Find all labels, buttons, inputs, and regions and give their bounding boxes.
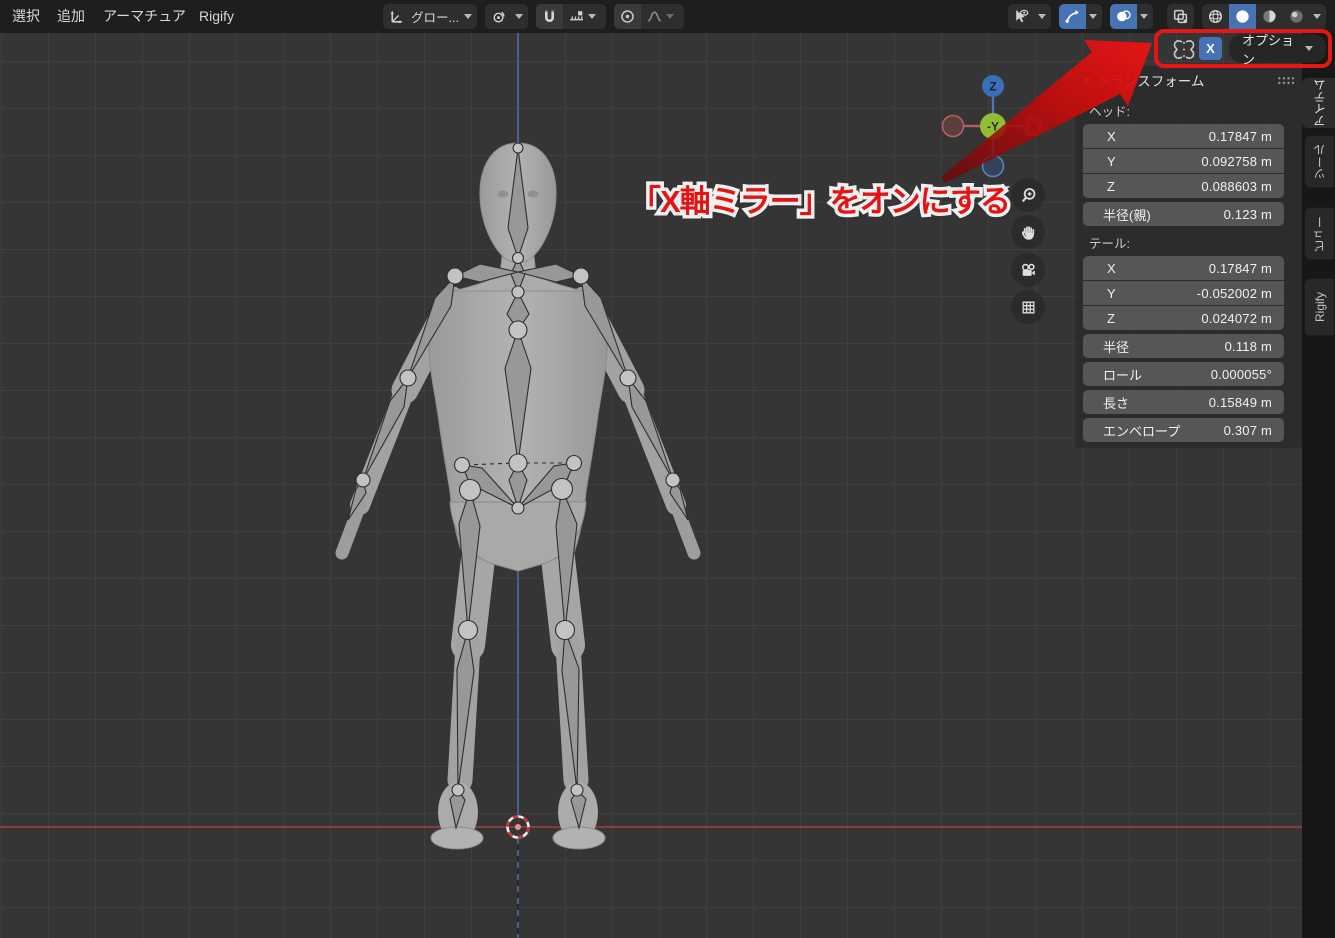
viewport-header: 選択 追加 アーマチュア Rigify グロー... [0, 0, 1335, 33]
orientation-label: グロー... [411, 11, 459, 25]
menu-add[interactable]: 追加 [47, 0, 95, 33]
length-field[interactable]: 長さ 0.15849 m [1083, 390, 1284, 414]
falloff-dropdown[interactable] [641, 4, 684, 29]
head-radius-field[interactable]: 半径(親) 0.123 m [1083, 202, 1284, 226]
material-sphere-icon [1262, 10, 1277, 24]
panel-title: トランスフォーム [1097, 74, 1205, 89]
show-gizmos-toggle[interactable] [1059, 4, 1086, 29]
proportional-edit-icon [621, 10, 634, 23]
perspective-toggle-button[interactable] [1011, 290, 1045, 324]
tab-view[interactable]: ビュー [1304, 207, 1334, 260]
menu-select[interactable]: 選択 [2, 0, 50, 33]
grid-icon [1022, 301, 1034, 313]
chevron-down-icon [1089, 14, 1097, 19]
envelope-field[interactable]: エンベロープ 0.307 m [1083, 418, 1284, 442]
chevron-down-icon [665, 14, 674, 19]
solid-sphere-icon [1236, 10, 1249, 23]
head-section-label: ヘッド: [1089, 105, 1130, 119]
gizmo-neg-z-ball[interactable] [981, 154, 1005, 178]
show-overlays-group [1110, 4, 1153, 29]
chevron-down-icon [514, 14, 523, 19]
chevron-down-icon [1038, 14, 1046, 19]
transform-orientation-dropdown[interactable]: グロー... [383, 4, 477, 29]
n-panel: トランスフォーム ヘッド: X 0.17847 m Y 0.092758 m Z… [1075, 66, 1302, 448]
magnifier-plus-icon [1021, 187, 1035, 202]
shading-material-button[interactable] [1256, 4, 1283, 29]
proportional-edit-toggle[interactable] [613, 4, 641, 29]
zoom-button[interactable] [1011, 178, 1045, 212]
gizmo-y-label: -Y [987, 120, 999, 134]
gizmo-neg-x-ball[interactable] [941, 114, 965, 138]
visibility-eye-icon [1008, 4, 1035, 29]
magnet-icon [544, 10, 554, 22]
radius-field[interactable]: 半径 0.118 m [1083, 334, 1284, 358]
show-gizmos-group [1059, 4, 1102, 29]
tail-z-field[interactable]: Z 0.024072 m [1083, 306, 1284, 330]
xray-icon [1167, 4, 1194, 29]
sidebar-tab-strip: アイテム ツール ビュー Rigify [1302, 33, 1335, 938]
transform-panel-header[interactable]: トランスフォーム [1075, 66, 1302, 94]
panel-drag-handle-icon[interactable] [1277, 75, 1294, 85]
xray-toggle[interactable] [1167, 4, 1194, 29]
menu-rigify[interactable]: Rigify [189, 0, 244, 33]
falloff-curve-icon [647, 11, 662, 22]
chevron-down-icon [1313, 14, 1321, 19]
overlays-icon [1117, 10, 1131, 22]
orientation-gizmo[interactable]: Z X -Y [935, 68, 1055, 188]
show-overlays-toggle[interactable] [1110, 4, 1137, 29]
proportional-edit-group [613, 4, 684, 29]
annotation-text: 「X軸ミラー」をオンにする [630, 184, 1011, 219]
tail-x-field[interactable]: X 0.17847 m [1083, 256, 1284, 280]
menu-armature[interactable]: アーマチュア [93, 0, 196, 33]
snap-target-dropdown[interactable] [563, 4, 606, 29]
camera-view-button[interactable] [1011, 253, 1045, 287]
collapse-chevron-icon[interactable] [1083, 77, 1091, 83]
chevron-down-icon [587, 14, 596, 19]
pivot-point-dropdown[interactable] [484, 4, 528, 29]
wireframe-sphere-icon [1208, 9, 1223, 24]
chevron-down-icon [463, 14, 472, 19]
tail-y-field[interactable]: Y -0.052002 m [1083, 281, 1284, 305]
gizmo-z-label: Z [989, 80, 996, 94]
highlight-box [1154, 29, 1332, 68]
snap-increment-icon [570, 11, 583, 21]
snap-magnet-toggle[interactable] [535, 4, 563, 29]
tab-item[interactable]: アイテム [1302, 78, 1335, 128]
tail-section-label: テール: [1089, 237, 1130, 251]
roll-field[interactable]: ロール 0.000055° [1083, 362, 1284, 386]
snapping-group [535, 4, 606, 29]
shading-mode-group [1202, 4, 1326, 29]
hand-icon [1021, 225, 1034, 240]
shading-solid-button[interactable] [1229, 4, 1256, 29]
orientation-axes-icon [383, 4, 410, 29]
shading-wireframe-button[interactable] [1202, 4, 1229, 29]
object-visibility-dropdown[interactable] [1008, 4, 1051, 29]
pan-button[interactable] [1011, 215, 1045, 249]
pivot-point-icon [485, 4, 512, 29]
head-y-field[interactable]: Y 0.092758 m [1083, 149, 1284, 173]
chevron-down-icon [1140, 14, 1148, 19]
head-x-field[interactable]: X 0.17847 m [1083, 124, 1284, 148]
camera-icon [1021, 263, 1035, 276]
gizmo-arrow-icon [1065, 10, 1079, 23]
shading-rendered-button[interactable] [1283, 4, 1310, 29]
gizmo-x-label: X [1029, 120, 1037, 134]
rendered-sphere-icon [1290, 10, 1303, 23]
head-z-field[interactable]: Z 0.088603 m [1083, 174, 1284, 198]
tab-tool[interactable]: ツール [1304, 135, 1334, 188]
tab-rigify[interactable]: Rigify [1304, 278, 1334, 336]
